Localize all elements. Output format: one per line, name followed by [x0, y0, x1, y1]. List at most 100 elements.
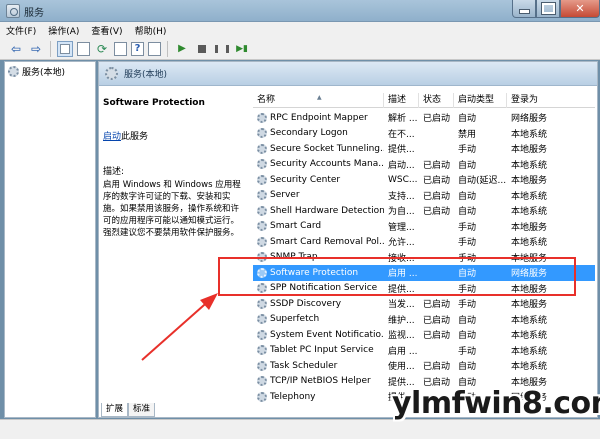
gear-icon — [8, 66, 19, 77]
description-cell: 为自... — [384, 204, 419, 217]
view-icon[interactable] — [148, 41, 161, 56]
service-gear-icon — [257, 128, 267, 139]
startup-type-cell: 手动 — [454, 344, 507, 357]
start-service-link[interactable]: 启动 — [103, 132, 121, 142]
service-name-cell: Telephony — [253, 391, 384, 402]
maximize-button[interactable] — [536, 0, 560, 18]
service-name-cell-text: Secure Socket Tunneling... — [270, 143, 384, 154]
status-cell: 已启动 — [419, 111, 454, 124]
back-arrow-icon[interactable]: ⇦ — [8, 41, 24, 57]
service-name-cell: Secondary Logon — [253, 128, 384, 139]
log-on-as-cell: 本地系统 — [507, 127, 595, 140]
show-hide-console-tree-icon[interactable] — [57, 40, 73, 57]
table-row[interactable]: Security Accounts Mana... 启动... 已启动 自动 本地系统 — [253, 157, 595, 173]
export-list-icon[interactable] — [114, 41, 127, 56]
service-name-cell-text: System Event Notificatio... — [270, 329, 384, 340]
description-cell-text: 允许... — [388, 238, 415, 249]
service-gear-icon — [257, 112, 267, 123]
close-button[interactable]: ✕ — [560, 0, 600, 18]
status-cell: 已启动 — [419, 313, 454, 326]
table-row[interactable]: Superfetch 维护... 已启动 自动 本地系统 — [253, 312, 595, 328]
refresh-icon[interactable]: ⟳ — [94, 41, 110, 57]
startup-type-cell-text: 自动 — [458, 114, 477, 125]
description-label: 描述: — [103, 167, 125, 177]
startup-type-cell-text: 手动 — [458, 238, 477, 249]
service-action: 启动此服务 — [103, 129, 253, 142]
table-row[interactable]: Secure Socket Tunneling... 提供... 手动 本地服务 — [253, 141, 595, 157]
menu-view[interactable]: 查看(V) — [91, 24, 122, 37]
forward-arrow-icon[interactable]: ⇨ — [28, 41, 44, 57]
log-on-as-cell: 本地系统 — [507, 189, 595, 202]
description-cell: WSC... — [384, 175, 419, 185]
properties-icon[interactable] — [77, 41, 90, 56]
status-cell: 已启动 — [419, 204, 454, 217]
status-cell-text: 已启动 — [423, 191, 451, 202]
tab-extended[interactable]: 扩展 — [101, 403, 129, 417]
service-name-cell: Superfetch — [253, 314, 384, 325]
menu-file[interactable]: 文件(F) — [6, 24, 36, 37]
log-on-as-cell: 本地服务 — [507, 220, 595, 233]
status-cell-text: 已启动 — [423, 207, 451, 218]
table-row[interactable]: Security Center WSC... 已启动 自动(延迟... 本地服务 — [253, 172, 595, 188]
gear-icon — [105, 67, 118, 80]
log-on-as-cell: 本地系统 — [507, 313, 595, 326]
service-gear-icon — [257, 376, 267, 387]
service-name-cell-text: Telephony — [270, 391, 316, 402]
log-on-as-cell: 本地系统 — [507, 235, 595, 248]
service-name-cell-text: Superfetch — [270, 314, 320, 325]
table-row[interactable]: Smart Card 管理... 手动 本地服务 — [253, 219, 595, 235]
window-title: 服务 — [24, 8, 44, 19]
service-name-cell: Server — [253, 190, 384, 201]
description-cell-text: 启用 ... — [388, 346, 418, 357]
status-cell-text: 已启动 — [423, 362, 451, 373]
table-row[interactable]: Task Scheduler 使用... 已启动 自动 本地系统 — [253, 358, 595, 374]
column-header-startup-type[interactable]: 启动类型 — [454, 93, 507, 108]
status-cell: 已启动 — [419, 173, 454, 186]
service-name-cell-text: SSDP Discovery — [270, 298, 342, 309]
service-gear-icon — [257, 205, 267, 216]
restart-service-icon[interactable]: ▶▮ — [234, 41, 250, 57]
service-name-cell: TCP/IP NetBIOS Helper — [253, 376, 384, 387]
menu-action[interactable]: 操作(A) — [48, 24, 79, 37]
startup-type-cell-text: 自动 — [458, 207, 477, 218]
service-gear-icon — [257, 391, 267, 402]
service-name-cell: Security Accounts Mana... — [253, 159, 384, 170]
status-cell-text: 已启动 — [423, 114, 451, 125]
table-row[interactable]: RPC Endpoint Mapper 解析 ... 已启动 自动 网络服务 — [253, 110, 595, 126]
column-header-name[interactable]: ▲ 名称 — [253, 93, 384, 108]
column-header-description[interactable]: 描述 — [384, 93, 419, 108]
selected-service-name: Software Protection — [103, 98, 205, 108]
tree-item-label: 服务(本地) — [22, 68, 66, 78]
title-bar: 服务 ✕ — [0, 0, 600, 22]
table-row[interactable]: Shell Hardware Detection 为自... 已启动 自动 本地系统 — [253, 203, 595, 219]
tab-standard[interactable]: 标准 — [128, 403, 156, 417]
table-row[interactable]: Tablet PC Input Service 启用 ... 手动 本地系统 — [253, 343, 595, 359]
status-cell: 已启动 — [419, 328, 454, 341]
service-gear-icon — [257, 360, 267, 371]
table-row[interactable]: Server 支持... 已启动 自动 本地系统 — [253, 188, 595, 204]
highlight-box — [218, 257, 576, 296]
stop-service-icon[interactable] — [194, 41, 210, 57]
start-service-icon[interactable]: ▶ — [174, 41, 190, 57]
pause-service-icon[interactable] — [214, 41, 230, 57]
help-icon[interactable]: ? — [131, 41, 144, 56]
menu-help[interactable]: 帮助(H) — [135, 24, 167, 37]
table-row[interactable]: Secondary Logon 在不... 禁用 本地系统 — [253, 126, 595, 142]
minimize-button[interactable] — [512, 0, 536, 18]
description-cell: 启动... — [384, 158, 419, 171]
startup-type-cell: 自动 — [454, 359, 507, 372]
table-header: ▲ 名称 描述 状态 启动类型 登录为 — [253, 93, 595, 108]
service-name-cell-text: Shell Hardware Detection — [270, 205, 384, 216]
log-on-as-cell: 本地系统 — [507, 359, 595, 372]
log-on-as-cell-text: 本地服务 — [511, 145, 548, 156]
table-row[interactable]: System Event Notificatio... 监视... 已启动 自动 本地系… — [253, 327, 595, 343]
status-cell: 已启动 — [419, 158, 454, 171]
column-header-status[interactable]: 状态 — [419, 93, 454, 108]
table-row[interactable]: Smart Card Removal Pol... 允许... 手动 本地系统 — [253, 234, 595, 250]
table-row[interactable]: SSDP Discovery 当发... 已启动 手动 本地服务 — [253, 296, 595, 312]
tree-item-services-local[interactable]: 服务(本地) — [8, 65, 65, 78]
service-name-cell: Smart Card Removal Pol... — [253, 236, 384, 247]
service-name-cell: Secure Socket Tunneling... — [253, 143, 384, 154]
column-header-log-on-as[interactable]: 登录为 — [507, 93, 595, 108]
service-name-cell-text: RPC Endpoint Mapper — [270, 112, 368, 123]
